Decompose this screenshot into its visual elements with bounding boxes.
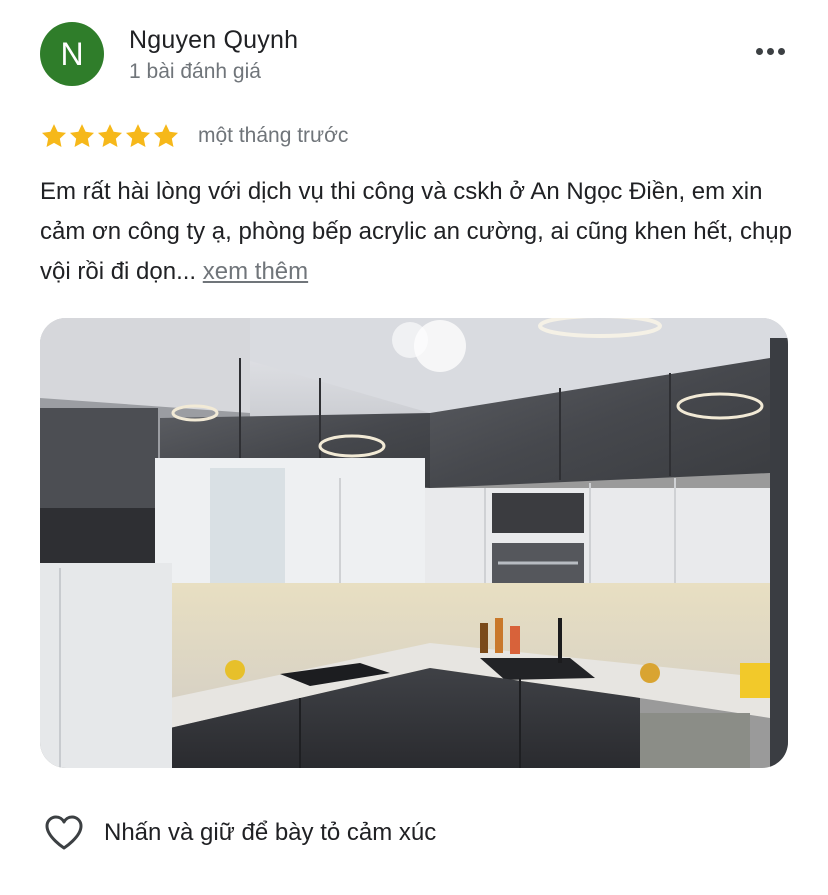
reaction-button[interactable]: Nhấn và giữ để bày tỏ cảm xúc [44,812,436,854]
star-icon [41,124,67,147]
kitchen-photo-image [40,318,788,768]
heart-outline-icon [45,815,83,850]
star-icon [125,124,151,147]
see-more-link[interactable]: xem thêm [203,258,308,285]
star-rating [40,122,180,150]
star-icon [153,124,179,147]
avatar[interactable]: N [40,22,104,86]
review-time: một tháng trước [198,124,349,147]
review-text: Em rất hài lòng với dịch vụ thi công và … [40,172,800,292]
rating-row: một tháng trước [40,120,348,152]
star-icon [69,124,95,147]
review-photo[interactable] [40,318,788,768]
review-body: Em rất hài lòng với dịch vụ thi công và … [40,178,792,285]
reviewer-review-count: 1 bài đánh giá [129,60,261,83]
review-header: N Nguyen Quynh 1 bài đánh giá [40,22,790,88]
reviewer-name[interactable]: Nguyen Quynh [129,26,298,55]
more-options-button[interactable] [750,36,790,66]
reaction-label: Nhấn và giữ để bày tỏ cảm xúc [104,819,437,846]
star-icon [97,124,123,147]
more-horizontal-icon [755,47,763,55]
